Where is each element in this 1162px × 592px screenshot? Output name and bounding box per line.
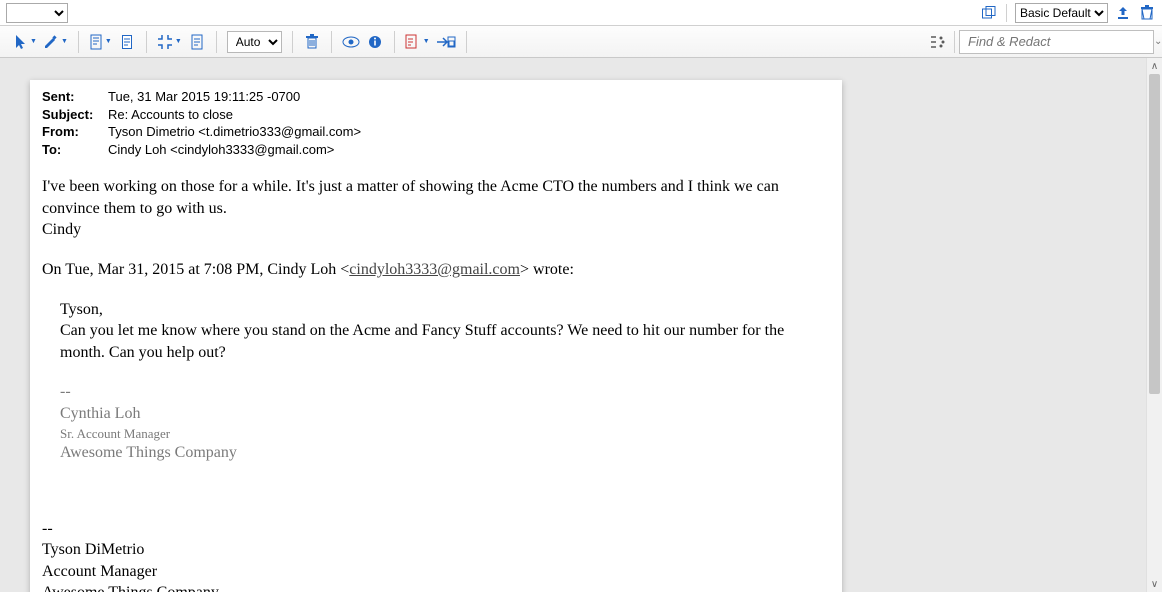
header-value: Cindy Loh <cindyloh3333@gmail.com> bbox=[108, 141, 334, 159]
toolbar-group-clip: ▼ bbox=[151, 32, 212, 52]
sig-company: Awesome Things Company bbox=[42, 582, 830, 592]
profile-select[interactable]: Basic Default bbox=[1015, 3, 1108, 23]
toolbar-group-view bbox=[336, 32, 390, 52]
quoted-line: Tyson, bbox=[60, 299, 830, 321]
scroll-down-arrow[interactable]: ∨ bbox=[1147, 576, 1162, 592]
header-row-sent: Sent: Tue, 31 Mar 2015 19:11:25 -0700 bbox=[42, 88, 830, 106]
email-body: I've been working on those for a while. … bbox=[42, 176, 830, 592]
separator bbox=[331, 31, 332, 53]
header-row-to: To: Cindy Loh <cindyloh3333@gmail.com> bbox=[42, 141, 830, 159]
email-link[interactable]: cindyloh3333@gmail.com bbox=[349, 261, 520, 278]
separator bbox=[466, 31, 467, 53]
separator bbox=[954, 31, 955, 53]
chevron-down-icon: ▼ bbox=[30, 38, 37, 45]
header-value: Tyson Dimetrio <t.dimetrio333@gmail.com> bbox=[108, 123, 361, 141]
scroll-track[interactable] bbox=[1147, 74, 1162, 576]
quoted-line: Can you let me know where you stand on t… bbox=[60, 320, 830, 363]
find-redact-input[interactable] bbox=[966, 33, 1148, 50]
crop-dropdown-button[interactable]: ▼ bbox=[157, 32, 182, 52]
chevron-down-icon[interactable]: ⌄ bbox=[1154, 36, 1162, 47]
toolbar-group-zoom: Auto bbox=[221, 31, 288, 53]
chevron-down-icon: ▼ bbox=[175, 38, 182, 45]
quoted-sig-name: Cynthia Loh bbox=[60, 403, 830, 425]
duplicate-window-icon[interactable] bbox=[980, 4, 998, 22]
header-row-subject: Subject: Re: Accounts to close bbox=[42, 106, 830, 124]
header-row-from: From: Tyson Dimetrio <t.dimetrio333@gmai… bbox=[42, 123, 830, 141]
body-signoff: Cindy bbox=[42, 219, 830, 241]
upload-icon[interactable] bbox=[1114, 4, 1132, 22]
text: > wrote: bbox=[520, 261, 574, 278]
zoom-select[interactable]: Auto bbox=[227, 31, 282, 53]
header-label: To: bbox=[42, 141, 108, 159]
separator bbox=[78, 31, 79, 53]
quoted-intro: On Tue, Mar 31, 2015 at 7:08 PM, Cindy L… bbox=[42, 259, 830, 281]
pdf-export-button[interactable]: ▼ bbox=[405, 32, 430, 52]
vertical-scrollbar[interactable]: ∧ ∨ bbox=[1146, 58, 1162, 592]
sig-separator: -- bbox=[42, 518, 830, 540]
document-button[interactable] bbox=[118, 32, 136, 52]
quoted-block: Tyson, Can you let me know where you sta… bbox=[42, 299, 830, 464]
pointer-tool-button[interactable]: ▼ bbox=[14, 32, 37, 52]
toolbar-group-trash bbox=[297, 32, 327, 52]
header-label: Sent: bbox=[42, 88, 108, 106]
toolbar-group-docs: ▼ bbox=[83, 32, 142, 52]
body-paragraph: I've been working on those for a while. … bbox=[42, 176, 830, 219]
page-button[interactable] bbox=[188, 32, 206, 52]
quoted-sig-title: Sr. Account Manager bbox=[60, 425, 830, 443]
toolbar-group-select: ▼ ▼ bbox=[8, 32, 74, 52]
list-settings-icon[interactable] bbox=[930, 32, 950, 52]
toolbar-group-export: ▼ bbox=[399, 32, 462, 52]
quoted-separator: -- bbox=[60, 381, 830, 403]
titlebar: Basic Default bbox=[0, 0, 1162, 26]
header-label: Subject: bbox=[42, 106, 108, 124]
trash-icon[interactable] bbox=[1138, 4, 1156, 22]
sig-name: Tyson DiMetrio bbox=[42, 539, 830, 561]
separator bbox=[292, 31, 293, 53]
scroll-up-arrow[interactable]: ∧ bbox=[1147, 58, 1162, 74]
header-value: Tue, 31 Mar 2015 19:11:25 -0700 bbox=[108, 88, 300, 106]
document-select[interactable] bbox=[6, 3, 68, 23]
print-forward-button[interactable] bbox=[436, 32, 456, 52]
delete-button[interactable] bbox=[303, 32, 321, 52]
chevron-down-icon: ▼ bbox=[61, 38, 68, 45]
text: On Tue, Mar 31, 2015 at 7:08 PM, Cindy L… bbox=[42, 261, 349, 278]
find-redact-box[interactable]: ⌄ bbox=[959, 30, 1154, 54]
header-value: Re: Accounts to close bbox=[108, 106, 233, 124]
email-headers: Sent: Tue, 31 Mar 2015 19:11:25 -0700 Su… bbox=[42, 88, 830, 158]
info-icon[interactable] bbox=[366, 32, 384, 52]
header-label: From: bbox=[42, 123, 108, 141]
document-dropdown-button[interactable]: ▼ bbox=[89, 32, 112, 52]
quoted-sig-company: Awesome Things Company bbox=[60, 442, 830, 464]
eye-icon[interactable] bbox=[342, 32, 360, 52]
sig-title: Account Manager bbox=[42, 561, 830, 583]
scroll-thumb[interactable] bbox=[1149, 74, 1160, 394]
chevron-down-icon: ▼ bbox=[105, 38, 112, 45]
separator bbox=[394, 31, 395, 53]
separator bbox=[146, 31, 147, 53]
chevron-down-icon: ▼ bbox=[423, 38, 430, 45]
document-viewport: Sent: Tue, 31 Mar 2015 19:11:25 -0700 Su… bbox=[0, 58, 1162, 592]
email-page: Sent: Tue, 31 Mar 2015 19:11:25 -0700 Su… bbox=[30, 80, 842, 592]
separator bbox=[1006, 4, 1007, 22]
separator bbox=[216, 31, 217, 53]
toolbar: ▼ ▼ ▼ ▼ Auto bbox=[0, 26, 1162, 58]
highlight-tool-button[interactable]: ▼ bbox=[43, 32, 68, 52]
